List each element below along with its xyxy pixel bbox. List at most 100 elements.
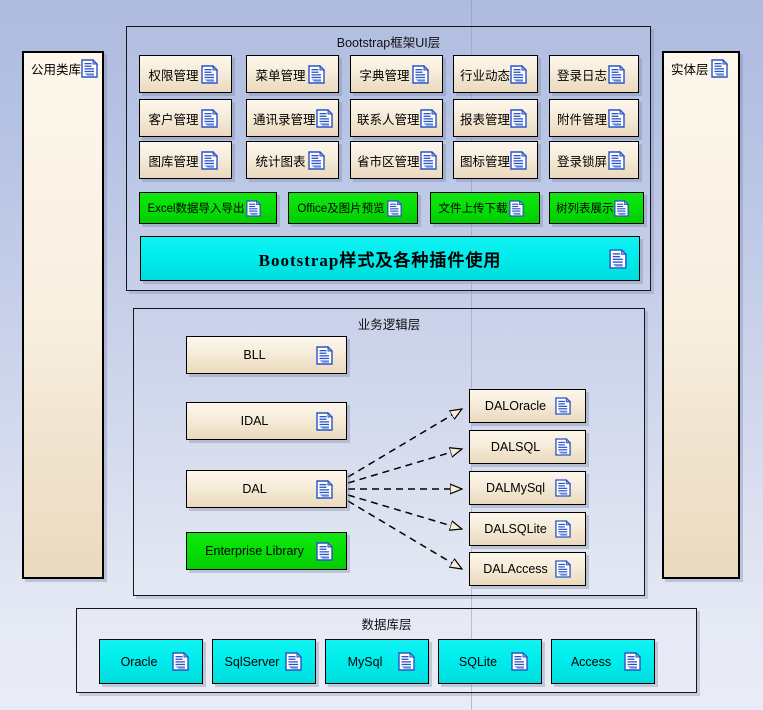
database-label: SqlServer [224, 654, 280, 669]
module-menu-management[interactable]: 菜单管理 [246, 55, 339, 93]
database-sqlserver[interactable]: SqlServer [212, 639, 316, 684]
panel-common-library[interactable]: 公用类库 [22, 51, 104, 579]
document-icon [555, 397, 577, 415]
component-enterprise-library[interactable]: Enterprise Library [186, 532, 347, 570]
document-icon [285, 652, 307, 671]
module-statistics-chart[interactable]: 统计图表 [246, 141, 339, 179]
document-icon [316, 541, 338, 561]
database-label: SQLite [458, 654, 498, 669]
module-label: 权限管理 [148, 68, 199, 83]
document-icon [608, 108, 630, 128]
banner-label: Bootstrap样式及各种插件使用 [258, 251, 502, 270]
document-icon [246, 199, 268, 217]
document-icon [316, 345, 338, 365]
component-dal-sql[interactable]: DALSQL [469, 430, 586, 464]
component-label: DALOracle [484, 399, 547, 413]
document-icon [419, 150, 442, 170]
document-icon [172, 652, 194, 671]
document-icon [555, 479, 577, 497]
feature-label: Office及图片预览 [297, 203, 385, 215]
panel-entity-layer[interactable]: 实体层 [662, 51, 740, 579]
business-layer-title: 业务逻辑层 [357, 318, 421, 332]
module-icon-management[interactable]: 图标管理 [453, 141, 538, 179]
document-icon [419, 108, 442, 128]
module-label: 通讯录管理 [253, 112, 316, 127]
document-icon [387, 199, 409, 217]
module-dictionary-management[interactable]: 字典管理 [350, 55, 443, 93]
document-icon [201, 64, 223, 84]
component-bll[interactable]: BLL [186, 336, 347, 374]
module-region-management[interactable]: 省市区管理 [350, 141, 443, 179]
component-dal-access[interactable]: DALAccess [469, 552, 586, 586]
component-label: BLL [243, 348, 266, 362]
document-icon [555, 560, 577, 578]
document-icon [510, 108, 532, 128]
database-label: MySql [347, 654, 383, 669]
component-idal[interactable]: IDAL [186, 402, 347, 440]
feature-tree-list-display[interactable]: 树列表展示 [549, 192, 644, 224]
module-industry-news[interactable]: 行业动态 [453, 55, 538, 93]
document-icon [608, 150, 630, 170]
module-permission-management[interactable]: 权限管理 [139, 55, 232, 93]
component-label: DAL [242, 482, 267, 496]
component-label: DALMySql [485, 481, 546, 495]
component-dal-mysql[interactable]: DALMySql [469, 471, 586, 505]
document-icon [308, 64, 330, 84]
component-label: DALSQL [490, 440, 541, 454]
ui-layer-title: Bootstrap框架UI层 [336, 36, 441, 50]
module-login-log[interactable]: 登录日志 [549, 55, 639, 93]
diagram-canvas: 公用类库 实体层 Bootstrap框架UI层 业务逻辑层 数据库层 权限管理 … [0, 0, 763, 710]
document-icon [308, 150, 330, 170]
module-login-lock-screen[interactable]: 登录锁屏 [549, 141, 639, 179]
module-label: 省市区管理 [357, 154, 420, 169]
panel-entity-layer-label: 实体层 [671, 63, 709, 77]
component-label: DALAccess [483, 562, 548, 576]
module-contact-management[interactable]: 联系人管理 [350, 99, 443, 137]
module-address-book-management[interactable]: 通讯录管理 [246, 99, 339, 137]
feature-file-upload-download[interactable]: 文件上传下载 [430, 192, 540, 224]
module-label: 字典管理 [359, 68, 410, 83]
document-icon [201, 150, 223, 170]
document-icon [398, 652, 420, 671]
feature-label: Excel数据导入导出 [147, 203, 245, 215]
module-label: 图库管理 [148, 154, 199, 169]
module-label: 客户管理 [148, 112, 199, 127]
document-icon [510, 150, 532, 170]
component-label: DALSQLite [484, 522, 547, 536]
document-icon [509, 199, 531, 217]
module-label: 行业动态 [460, 68, 511, 83]
document-icon [316, 479, 338, 499]
document-icon [609, 248, 631, 269]
database-oracle[interactable]: Oracle [99, 639, 203, 684]
feature-excel-import-export[interactable]: Excel数据导入导出 [139, 192, 277, 224]
module-report-management[interactable]: 报表管理 [453, 99, 538, 137]
panel-common-library-label: 公用类库 [31, 63, 82, 77]
feature-label: 树列表展示 [556, 203, 614, 215]
database-mysql[interactable]: MySql [325, 639, 429, 684]
component-dal-sqlite[interactable]: DALSQLite [469, 512, 586, 546]
module-label: 附件管理 [556, 112, 607, 127]
database-access[interactable]: Access [551, 639, 655, 684]
document-icon [412, 64, 434, 84]
component-dal-oracle[interactable]: DALOracle [469, 389, 586, 423]
module-attachment-management[interactable]: 附件管理 [549, 99, 639, 137]
document-icon [201, 108, 223, 128]
database-label: Access [570, 654, 612, 669]
document-icon [613, 199, 636, 217]
database-label: Oracle [120, 654, 158, 669]
bootstrap-styles-plugins-banner[interactable]: Bootstrap样式及各种插件使用 [140, 236, 640, 281]
document-icon [608, 64, 630, 84]
feature-office-image-preview[interactable]: Office及图片预览 [288, 192, 418, 224]
database-sqlite[interactable]: SQLite [438, 639, 542, 684]
database-layer-title: 数据库层 [361, 618, 412, 632]
module-customer-management[interactable]: 客户管理 [139, 99, 232, 137]
component-label: IDAL [240, 414, 269, 428]
document-icon [624, 652, 646, 671]
module-label: 报表管理 [460, 112, 511, 127]
component-dal[interactable]: DAL [186, 470, 347, 508]
document-icon [510, 64, 532, 84]
module-label: 图标管理 [460, 154, 511, 169]
document-icon [511, 652, 533, 671]
module-gallery-management[interactable]: 图库管理 [139, 141, 232, 179]
module-label: 登录日志 [556, 68, 607, 83]
